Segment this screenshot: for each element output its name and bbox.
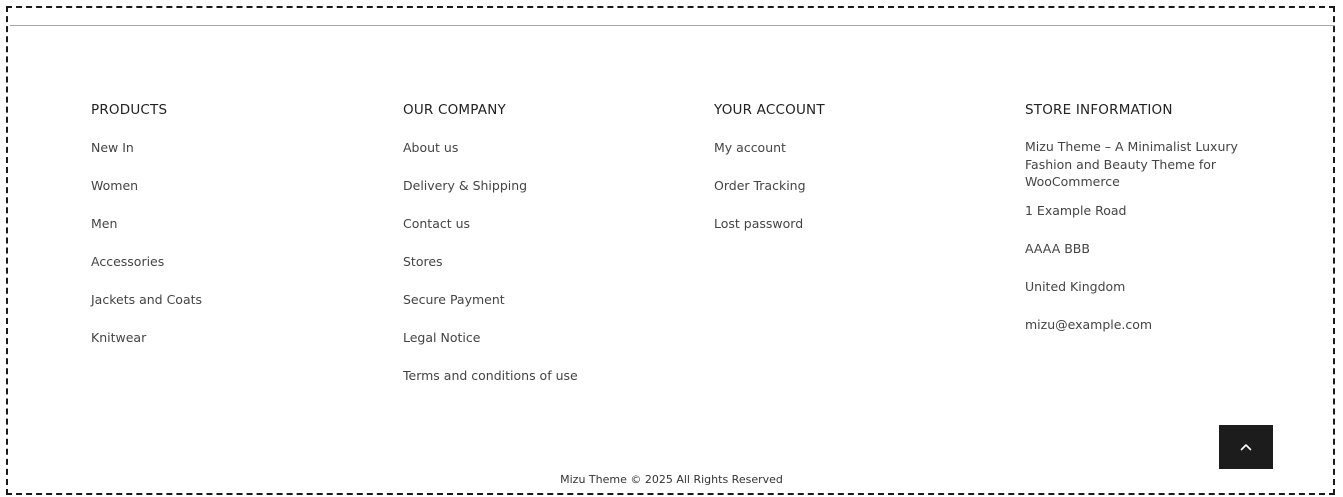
footer-link-knitwear[interactable]: Knitwear [91,330,202,346]
footer-link-order-tracking[interactable]: Order Tracking [714,178,825,194]
footer-top-divider [10,25,1335,26]
page-frame-bottom [6,493,1335,495]
store-description: Mizu Theme – A Minimalist Luxury Fashion… [1025,139,1238,189]
footer-link-jackets-and-coats[interactable]: Jackets and Coats [91,292,202,308]
footer-link-new-in[interactable]: New In [91,140,202,156]
footer-column-store-information: STORE INFORMATION Mizu Theme – A Minimal… [1025,101,1265,355]
footer-link-stores[interactable]: Stores [403,254,578,270]
footer-column-your-account: YOUR ACCOUNT My account Order Tracking L… [714,101,825,254]
store-email-link[interactable]: mizu@example.com [1025,317,1265,333]
footer-link-list: New In Women Men Accessories Jackets and… [91,140,202,346]
footer-link-secure-payment[interactable]: Secure Payment [403,292,578,308]
scroll-to-top-button[interactable] [1219,425,1273,469]
footer-column-products: PRODUCTS New In Women Men Accessories Ja… [91,101,202,368]
copyright-text: Mizu Theme © 2025 All Rights Reserved [560,473,783,486]
footer-column-title: YOUR ACCOUNT [714,102,825,118]
store-country: United Kingdom [1025,278,1126,294]
store-address-line-1: 1 Example Road [1025,202,1127,218]
chevron-up-icon [1240,443,1252,451]
footer-link-men[interactable]: Men [91,216,202,232]
footer-link-list: About us Delivery & Shipping Contact us … [403,140,578,384]
footer-column-title: PRODUCTS [91,102,168,118]
footer-link-delivery-shipping[interactable]: Delivery & Shipping [403,178,578,194]
footer-column-our-company: OUR COMPANY About us Delivery & Shipping… [403,101,578,406]
footer-link-legal-notice[interactable]: Legal Notice [403,330,578,346]
footer-link-lost-password[interactable]: Lost password [714,216,825,232]
store-address-line-2: AAAA BBB [1025,240,1090,256]
footer-column-title: STORE INFORMATION [1025,102,1173,118]
footer-link-women[interactable]: Women [91,178,202,194]
footer-link-contact-us[interactable]: Contact us [403,216,578,232]
footer-link-my-account[interactable]: My account [714,140,825,156]
footer-link-about-us[interactable]: About us [403,140,578,156]
footer-link-list: My account Order Tracking Lost password [714,140,825,232]
footer-column-title: OUR COMPANY [403,102,506,118]
footer-link-terms-and-conditions[interactable]: Terms and conditions of use [403,368,578,384]
footer-link-accessories[interactable]: Accessories [91,254,202,270]
